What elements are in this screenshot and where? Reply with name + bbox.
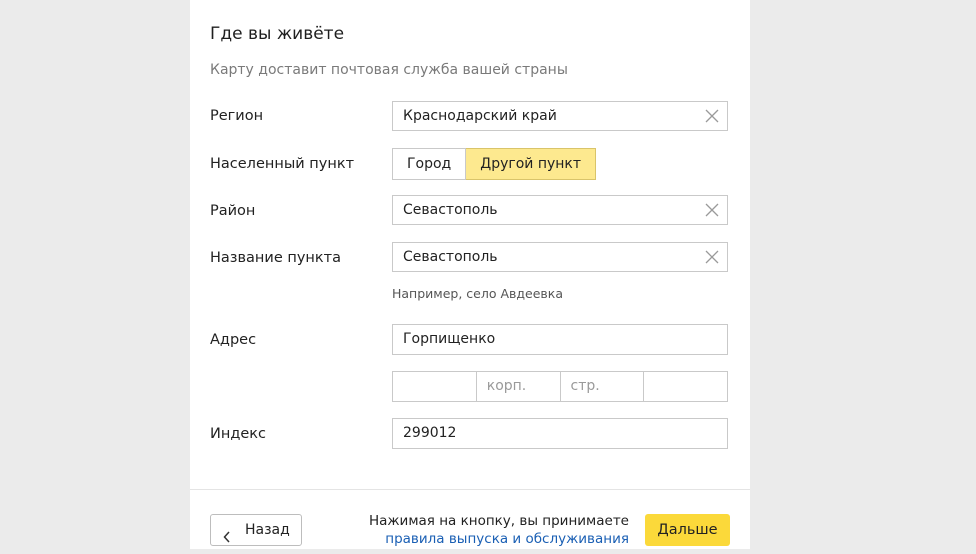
structure-field[interactable]: стр. [560,371,645,402]
section-title: Где вы живёте [210,24,345,44]
toggle-option-city[interactable]: Город [392,148,467,180]
district-label: Район [210,203,256,219]
region-label: Регион [210,108,264,124]
street-field[interactable]: Горпищенко [392,324,728,355]
terms-link[interactable]: правила выпуска и обслуживания [385,531,629,547]
place-name-label: Название пункта [210,250,341,266]
close-icon[interactable] [705,109,719,123]
district-value: Севастополь [403,202,498,218]
house-field[interactable] [392,371,477,402]
district-field[interactable]: Севастополь [392,195,728,225]
close-icon[interactable] [705,250,719,264]
back-button[interactable]: Назад [210,514,302,546]
apartment-field[interactable] [644,371,728,402]
postal-index-value: 299012 [403,425,457,441]
place-name-value: Севастополь [403,249,498,265]
back-button-label: Назад [245,522,290,538]
building-field[interactable]: корп. [476,371,561,402]
terms-notice: Нажимая на кнопку, вы принимаете правила… [369,512,629,548]
region-field[interactable]: Краснодарский край [392,101,728,131]
toggle-option-other-place[interactable]: Другой пункт [466,148,597,180]
terms-text: Нажимая на кнопку, вы принимаете [368,513,629,529]
postal-index-label: Индекс [210,426,267,442]
close-icon[interactable] [705,203,719,217]
street-value: Горпищенко [403,331,496,347]
place-name-hint: Например, село Авдеевка [392,286,563,301]
place-name-field[interactable]: Севастополь [392,242,728,272]
next-button[interactable]: Дальше [645,514,730,546]
settlement-type-toggle: Город Другой пункт [392,148,597,180]
house-details-row: корп. стр. [392,371,728,402]
delivery-address-card: Где вы живёте Карту доставит почтовая сл… [190,0,750,549]
postal-index-field[interactable]: 299012 [392,418,728,449]
region-value: Краснодарский край [403,108,557,124]
settlement-type-label: Населенный пункт [210,156,355,172]
footer-divider [190,489,750,490]
address-label: Адрес [210,332,257,348]
chevron-left-icon [223,524,231,554]
section-subtitle: Карту доставит почтовая служба вашей стр… [210,62,568,78]
